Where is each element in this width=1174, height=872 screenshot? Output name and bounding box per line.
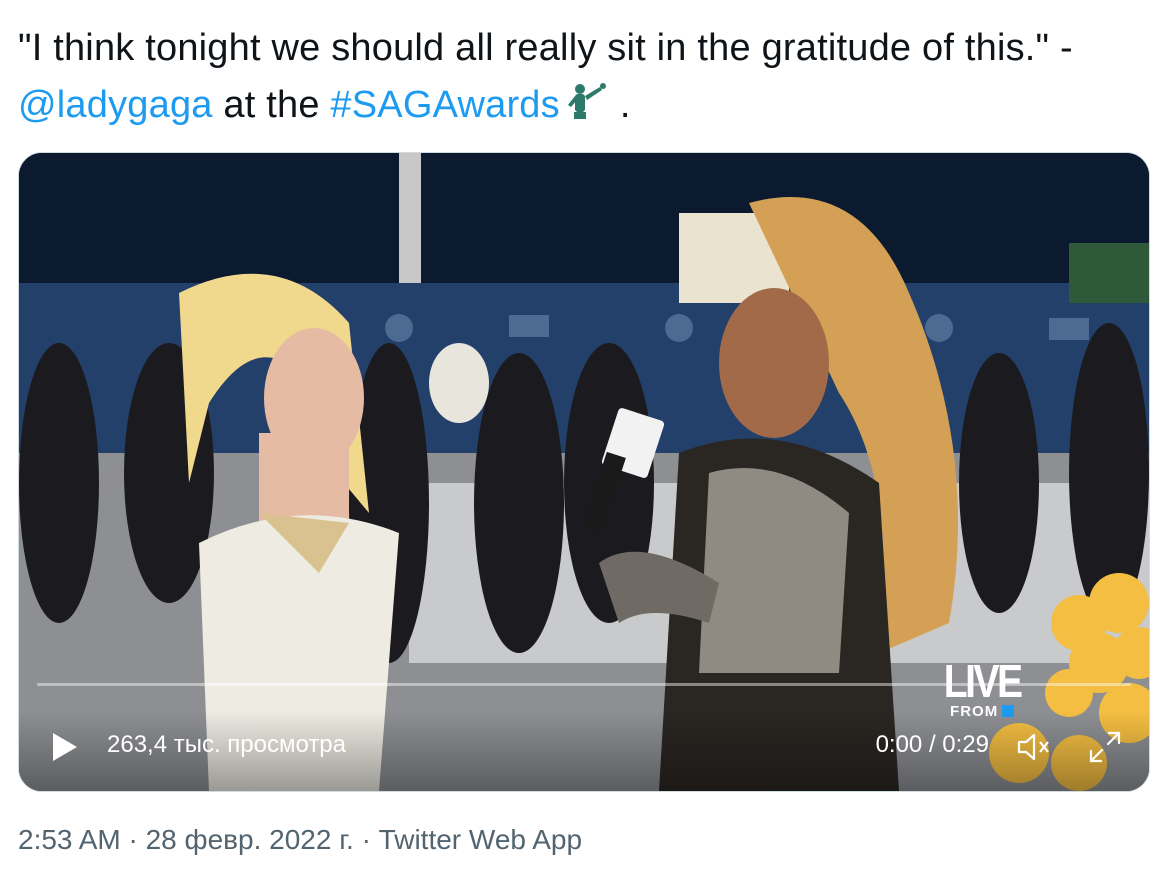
volume-button[interactable] (1013, 727, 1053, 767)
tweet-meta: 2:53 AM · 28 февр. 2022 г. · Twitter Web… (18, 824, 583, 855)
video-controls: 263,4 тыс. просмотра 0:00 / 0:29 (19, 711, 1149, 791)
play-button[interactable] (47, 727, 83, 767)
fullscreen-icon (1089, 731, 1121, 763)
video-time: 0:00 / 0:29 (875, 731, 989, 758)
play-icon (53, 733, 77, 761)
tweet-middle-text: at the (212, 84, 331, 126)
volume-muted-icon (1017, 733, 1049, 761)
view-count: 263,4 тыс. просмотра (107, 731, 347, 758)
video-player[interactable]: LIVE FROM 263,4 тыс. просмотра 0:00 / 0:… (18, 152, 1150, 792)
fullscreen-button[interactable] (1085, 727, 1125, 767)
sag-actor-statuette-icon (560, 81, 620, 121)
tweet-text: "I think tonight we should all really si… (18, 20, 1148, 134)
hashtag-link[interactable]: #SAGAwards (330, 84, 559, 126)
mention-link[interactable]: @ladygaga (18, 84, 213, 126)
tweet-end-text: . (619, 84, 631, 126)
tweet-quote-text: "I think tonight we should all really si… (18, 27, 1073, 69)
live-logo-line1: LIVE (943, 655, 1023, 707)
video-progress-bar[interactable] (37, 683, 1131, 686)
